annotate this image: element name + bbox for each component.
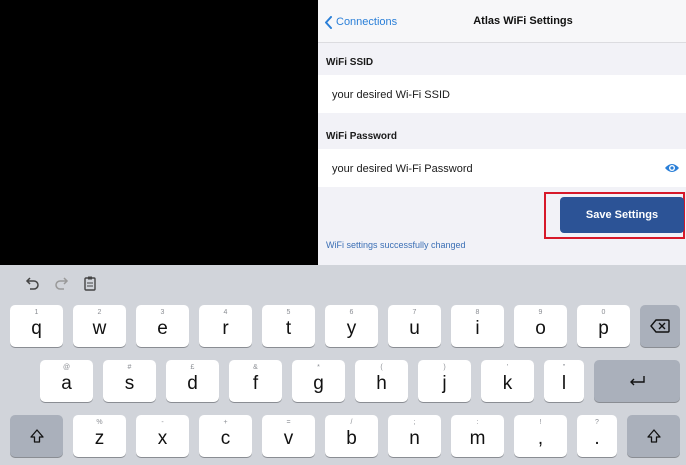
key-a[interactable]: @ a [40,360,93,402]
delete-key[interactable] [640,305,680,347]
key-j[interactable]: ) j [418,360,471,402]
save-settings-button[interactable]: Save Settings [560,197,684,233]
key-n[interactable]: ; n [388,415,441,457]
shift-icon [646,429,661,443]
ssid-label: WiFi SSID [326,57,374,68]
black-panel [0,0,318,265]
key-h[interactable]: (h [355,360,408,402]
password-label: WiFi Password [326,131,398,142]
return-icon [630,376,645,386]
navigation-bar: Connections Atlas WiFi Settings [318,0,686,43]
key-s[interactable]: # s [103,360,156,402]
key-y[interactable]: 6y [325,305,378,347]
key-f[interactable]: & f [229,360,282,402]
key-t[interactable]: 5t [262,305,315,347]
undo-icon[interactable] [24,275,40,291]
page-title: Atlas WiFi Settings [473,15,573,27]
ssid-field-container [318,75,686,115]
key-d[interactable]: £ d [166,360,219,402]
key-p[interactable]: 0p [577,305,630,347]
back-button[interactable]: Connections [324,14,397,30]
key-u[interactable]: 7u [388,305,441,347]
password-input[interactable] [330,149,654,189]
key-w[interactable]: 2w [73,305,126,347]
key-r[interactable]: 4r [199,305,252,347]
chevron-left-icon [325,15,332,29]
key-k[interactable]: ' k [481,360,534,402]
key-g[interactable]: * g [292,360,345,402]
password-field-container [318,149,686,189]
key-x[interactable]: -x [136,415,189,457]
key-v[interactable]: = v [262,415,315,457]
eye-icon[interactable] [664,161,680,175]
shift-key-right[interactable] [627,415,680,457]
key-m[interactable]: :m [451,415,504,457]
key-z[interactable]: % z [73,415,126,457]
keyboard-toolbar [0,265,686,301]
key-i[interactable]: 8i [451,305,504,347]
ssid-input[interactable] [330,75,654,115]
paste-icon[interactable] [82,275,98,291]
key-e[interactable]: 3e [136,305,189,347]
shift-icon [29,429,44,443]
backspace-icon [650,319,670,333]
key-c[interactable]: + c [199,415,252,457]
settings-panel: Connections Atlas WiFi Settings WiFi SSI… [318,0,686,265]
shift-key-left[interactable] [10,415,63,457]
key-q[interactable]: 1q [10,305,63,347]
key-comma[interactable]: !, [514,415,567,457]
return-key[interactable] [594,360,680,402]
key-l[interactable]: " l [544,360,584,402]
keyboard: 1q 2w 3e 4r 5t 6y 7u 8i 9o 0p @ a # s £ d &… [0,265,686,465]
key-o[interactable]: 9o [514,305,567,347]
back-label: Connections [336,16,398,28]
key-period[interactable]: ?. [577,415,617,457]
status-message: WiFi settings successfully changed [326,240,466,250]
key-b[interactable]: / b [325,415,378,457]
redo-icon[interactable] [54,275,70,291]
